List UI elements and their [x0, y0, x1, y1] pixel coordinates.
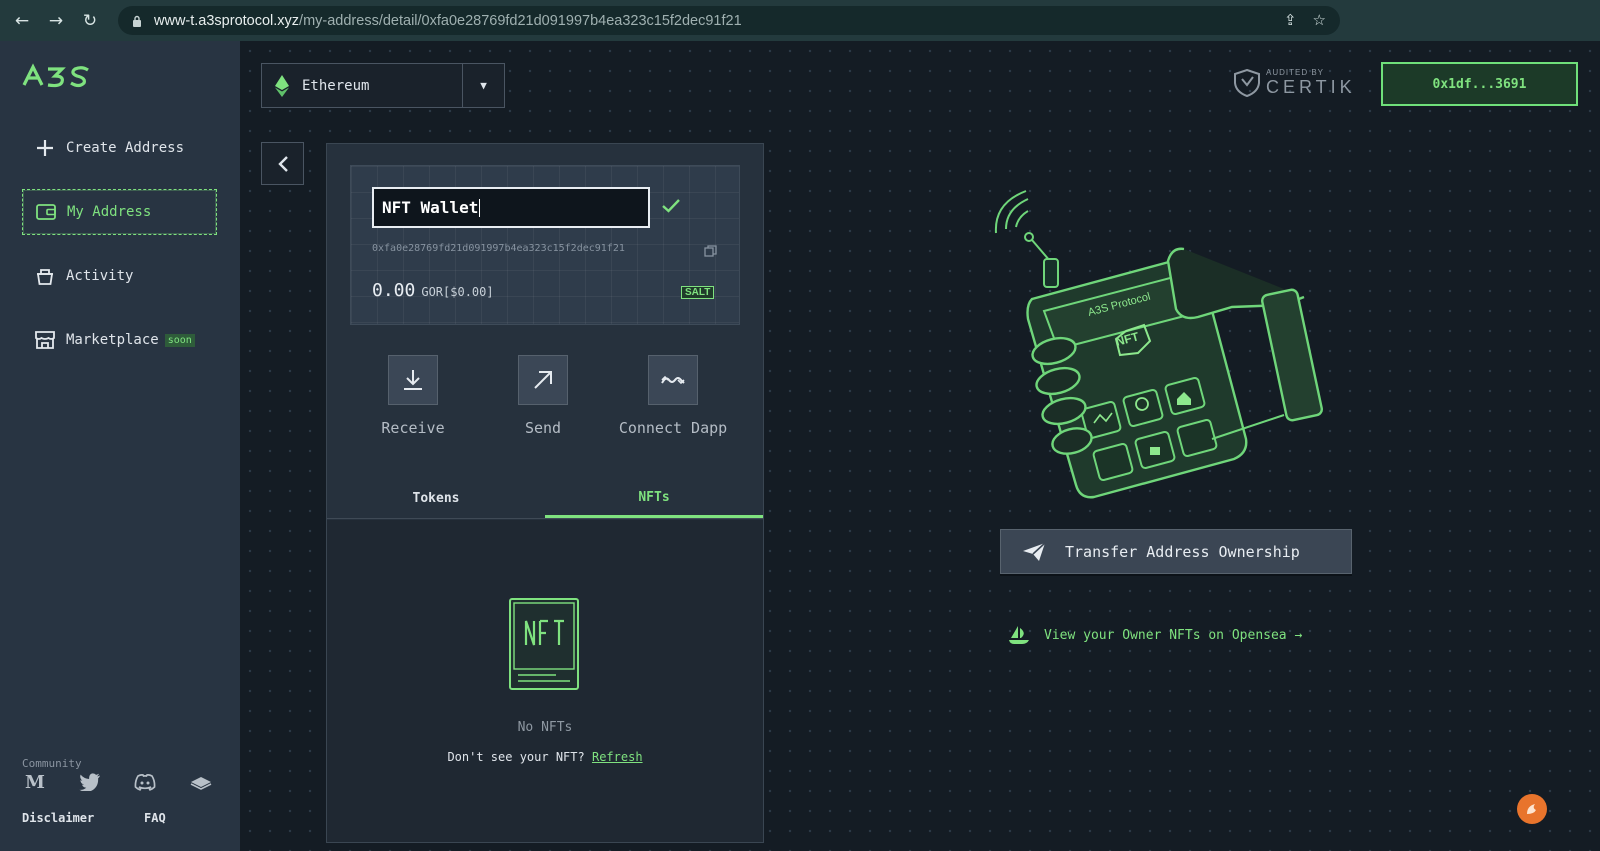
wallet-card: NFT Wallet 0xfa0e28769fd21d091997b4ea323…: [350, 165, 740, 325]
sidebar-item-label: Create Address: [66, 140, 185, 156]
main-content: Ethereum ▼ AUDITED BY CERTIK 0x1df...369…: [240, 41, 1600, 851]
account-button[interactable]: 0x1df...3691: [1381, 62, 1578, 106]
soon-badge: soon: [164, 333, 195, 347]
download-icon: [404, 370, 422, 390]
plus-icon: [34, 137, 56, 159]
discord-icon[interactable]: [132, 769, 158, 795]
opensea-icon: [1009, 626, 1029, 644]
transfer-ownership-button[interactable]: Transfer Address Ownership: [1000, 529, 1352, 574]
chevron-down-icon[interactable]: ▼: [462, 64, 504, 107]
nft-list: No NFTs Don't see your NFT? Refresh: [327, 520, 763, 842]
balance-value: 0.00: [372, 280, 416, 301]
lock-icon: [130, 14, 144, 28]
empty-state-title: No NFTs: [517, 720, 573, 735]
paper-plane-icon: [1021, 541, 1047, 562]
wallet-address: 0xfa0e28769fd21d091997b4ea323c15f2dec91f…: [372, 243, 625, 254]
sidebar-item-marketplace[interactable]: Marketplace soon: [22, 317, 217, 363]
sidebar-item-label: Marketplace: [66, 332, 159, 348]
faq-link[interactable]: FAQ: [144, 811, 166, 825]
opensea-label: View your Owner NFTs on Opensea →: [1044, 627, 1303, 643]
transfer-label: Transfer Address Ownership: [1065, 542, 1300, 561]
share-icon[interactable]: ⇪: [1284, 11, 1297, 29]
forward-arrow-icon[interactable]: →: [44, 9, 68, 33]
address-bar[interactable]: www-t.a3sprotocol.xyz/my-address/detail/…: [118, 6, 1340, 35]
wallet-device-illustration: A3S Protocol NFT: [984, 189, 1344, 503]
disclaimer-link[interactable]: Disclaimer: [22, 811, 94, 825]
empty-state-prompt: Don't see your NFT? Refresh: [327, 750, 763, 764]
url-text: www-t.a3sprotocol.xyz/my-address/detail/…: [154, 13, 742, 29]
twitter-icon[interactable]: [77, 769, 103, 795]
chevron-left-icon: [277, 155, 288, 172]
empty-state-text: Don't see your NFT?: [447, 750, 585, 764]
sidebar: Create Address My Address Activity Marke…: [0, 41, 240, 851]
action-label: Receive: [381, 419, 445, 437]
tab-tokens[interactable]: Tokens: [327, 479, 545, 518]
chat-widget-icon[interactable]: [1517, 794, 1547, 824]
certik-label: CERTIK: [1266, 77, 1356, 97]
medium-icon[interactable]: M: [22, 769, 48, 795]
audited-by-label: AUDITED BY: [1266, 68, 1325, 77]
certik-shield-icon: [1234, 69, 1260, 97]
a3s-logo[interactable]: [22, 63, 94, 93]
wallet-icon: [35, 201, 57, 223]
action-label: Send: [524, 419, 562, 437]
sidebar-item-create-address[interactable]: Create Address: [22, 125, 217, 171]
back-arrow-icon[interactable]: ←: [10, 9, 34, 33]
receive-button[interactable]: Receive: [353, 355, 473, 437]
sidebar-item-label: Activity: [66, 268, 134, 284]
back-button[interactable]: [261, 142, 304, 185]
star-icon[interactable]: ☆: [1313, 11, 1326, 29]
wallet-name-input[interactable]: NFT Wallet: [372, 187, 650, 228]
docs-icon[interactable]: [188, 769, 214, 795]
certik-badge: AUDITED BY CERTIK: [1234, 68, 1356, 98]
wallet-panel: NFT Wallet 0xfa0e28769fd21d091997b4ea323…: [326, 143, 764, 843]
check-icon[interactable]: [661, 198, 681, 218]
arrow-up-right-icon: [534, 371, 552, 389]
sidebar-item-label: My Address: [67, 204, 152, 220]
salt-badge: SALT: [681, 286, 715, 299]
balance-unit: GOR[$0.00]: [421, 285, 494, 299]
network-select[interactable]: Ethereum ▼: [261, 63, 505, 108]
network-label: Ethereum: [302, 77, 370, 94]
action-label: Connect Dapp: [618, 419, 728, 437]
ethereum-icon: [262, 74, 302, 97]
send-button[interactable]: Send: [483, 355, 603, 437]
url-host: www-t.a3sprotocol.xyz: [154, 12, 300, 29]
wallet-name-value: NFT Wallet: [382, 198, 479, 217]
opensea-link[interactable]: View your Owner NFTs on Opensea →: [1008, 625, 1302, 645]
store-icon: [34, 329, 56, 351]
tab-nfts[interactable]: NFTs: [545, 479, 763, 518]
sidebar-item-my-address[interactable]: My Address: [22, 189, 217, 235]
browser-toolbar: ← → ↻ www-t.a3sprotocol.xyz/my-address/d…: [0, 0, 1600, 41]
refresh-link[interactable]: Refresh: [592, 750, 643, 764]
wallet-balance: 0.00 GOR[$0.00]: [372, 280, 494, 301]
basket-icon: [34, 265, 56, 287]
connect-dapp-button[interactable]: Connect Dapp: [613, 355, 733, 437]
sidebar-item-activity[interactable]: Activity: [22, 253, 217, 299]
copy-icon[interactable]: [704, 242, 717, 261]
connect-icon: [661, 375, 685, 385]
asset-tabs: Tokens NFTs: [327, 479, 763, 519]
url-path: /my-address/detail/0xfa0e28769fd21d09199…: [299, 12, 742, 29]
nft-placeholder-icon: [508, 597, 580, 695]
reload-icon[interactable]: ↻: [78, 9, 102, 33]
